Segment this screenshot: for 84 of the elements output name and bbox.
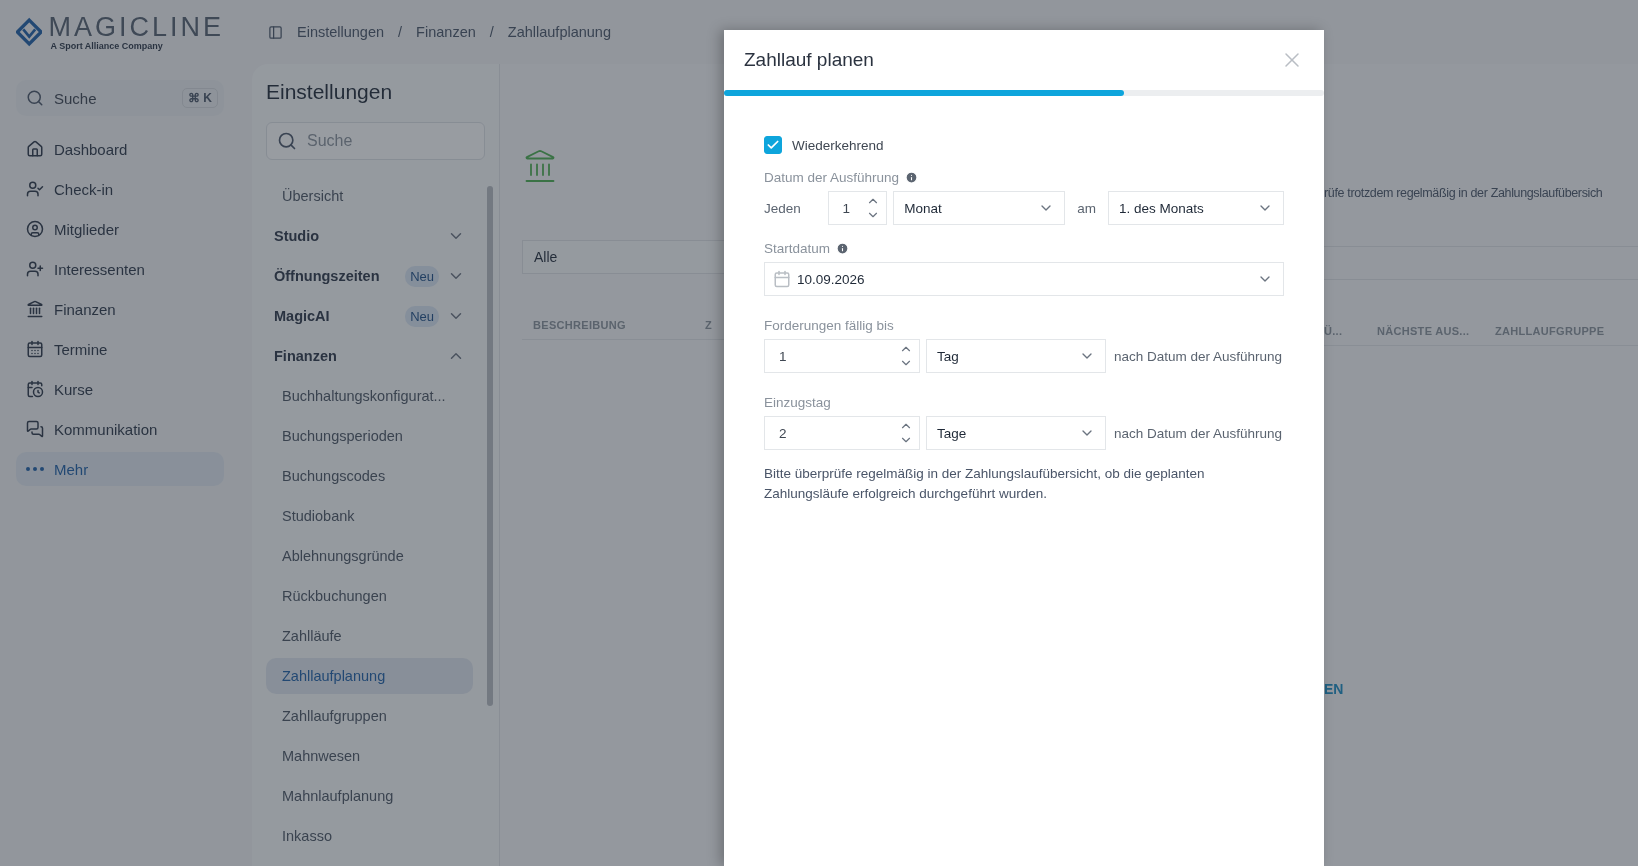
home-icon	[26, 140, 44, 158]
suffix-text: nach Datum der Ausführung	[1114, 348, 1283, 364]
breadcrumb-link[interactable]: Finanzen	[416, 24, 476, 40]
action-link[interactable]: EN	[1324, 681, 1344, 697]
filter-field[interactable]: Alle	[522, 240, 724, 274]
unit-select[interactable]: Tag	[926, 339, 1106, 373]
sidebar-toggle-icon[interactable]	[268, 24, 283, 40]
nav-item[interactable]: Mitglieder	[16, 212, 224, 246]
nav-item[interactable]: Check-in	[16, 172, 224, 206]
settings-item[interactable]: Mahnwesen	[266, 738, 473, 774]
nav-item[interactable]: Interessenten	[16, 252, 224, 286]
unit-select[interactable]: Monat	[893, 191, 1066, 225]
column-header: NÄCHSTE AUS...	[1377, 324, 1471, 337]
settings-item[interactable]: Rückbuchungen	[266, 578, 473, 614]
field-label: Datum der Ausführung	[764, 170, 900, 185]
nav-item[interactable]: Kurse	[16, 372, 224, 406]
suffix-text: nach Datum der Ausführung	[1114, 425, 1283, 441]
calendar-icon	[773, 270, 791, 288]
scrollbar[interactable]	[487, 186, 493, 706]
calendar-clock-icon	[26, 380, 44, 398]
nav-item[interactable]: Mehr	[16, 452, 224, 486]
new-badge: Neu	[405, 305, 439, 327]
modal-title: Zahllauf planen	[744, 49, 874, 71]
search-icon	[277, 131, 297, 151]
nav-item[interactable]: Dashboard	[16, 132, 224, 166]
number-field[interactable]: 2	[764, 416, 920, 450]
day-select[interactable]: 1. des Monats	[1108, 191, 1284, 225]
info-icon[interactable]	[905, 171, 919, 184]
number-field[interactable]: 1	[764, 339, 920, 373]
check-icon	[766, 138, 780, 152]
column-header: Ü...	[1324, 324, 1344, 337]
more-icon	[26, 467, 44, 471]
settings-item[interactable]: Buchungscodes	[266, 458, 473, 494]
notice-text: rüfe trotzdem regelmäßig in der Zahlungslaufübersich	[1324, 186, 1603, 200]
shortcut-hint: ⌘ K	[182, 88, 218, 108]
field-label: Einzugstag	[764, 395, 831, 410]
settings-item[interactable]: Buchhaltungskonfigurat...	[266, 378, 473, 414]
field-label: Forderungen fällig bis	[764, 318, 894, 333]
column-header: Z	[704, 318, 713, 331]
nav-item[interactable]: Termine	[16, 332, 224, 366]
settings-item[interactable]: Mahnlaufplanung	[266, 778, 473, 814]
settings-item[interactable]: Zahlläufe	[266, 618, 473, 654]
breadcrumb-link[interactable]: Zahllaufplanung	[507, 24, 611, 40]
checkbox-label: Wiederkehrend	[792, 137, 884, 153]
row-label: am	[1077, 200, 1096, 216]
info-icon[interactable]	[836, 242, 850, 255]
nav-item[interactable]: Kommunikation	[16, 412, 224, 446]
settings-section[interactable]: MagicAI	[274, 308, 398, 324]
date-field[interactable]: 10.09.2026	[764, 262, 1284, 296]
nav-item[interactable]: Finanzen	[16, 292, 224, 326]
settings-item[interactable]: Zahllaufgruppen	[266, 698, 473, 734]
column-header: BESCHREIBUNG	[533, 318, 627, 331]
settings-item[interactable]: Buchungsperioden	[266, 418, 473, 454]
column-header: ZAHLLAUFGRUPPE	[1495, 324, 1606, 337]
settings-title: Einstellungen	[266, 80, 394, 104]
settings-item[interactable]: Inkasso	[266, 818, 473, 854]
chat-icon	[26, 420, 44, 438]
search-icon	[26, 89, 44, 107]
checkbox[interactable]	[764, 136, 782, 154]
settings-item[interactable]: Übersicht	[266, 178, 473, 214]
user-plus-icon	[26, 260, 44, 278]
row-label: Jeden	[764, 200, 802, 216]
number-field[interactable]: 1	[827, 191, 888, 225]
search-field[interactable]: Suche ⌘ K	[16, 80, 224, 116]
bank-icon	[26, 300, 44, 318]
settings-section[interactable]: Öffnungszeiten	[274, 268, 398, 284]
new-badge: Neu	[405, 265, 439, 287]
settings-item[interactable]: Ablehnungsgründe	[266, 538, 473, 574]
settings-section[interactable]: Finanzen	[274, 348, 439, 364]
breadcrumb-separator: /	[398, 24, 403, 40]
breadcrumb-link[interactable]: Einstellungen	[297, 24, 385, 40]
user-circle-icon	[26, 220, 44, 238]
logo-name: MAGICLINE	[48, 13, 224, 41]
breadcrumb-separator: /	[489, 24, 494, 40]
calendar-icon	[26, 340, 44, 358]
field-label: Startdatum	[764, 241, 831, 256]
logo-tagline: A Sport Alliance Company	[50, 41, 164, 51]
settings-item[interactable]: Studiobank	[266, 498, 473, 534]
user-check-icon	[26, 180, 44, 198]
settings-search-field[interactable]: Suche	[266, 122, 485, 160]
settings-section[interactable]: Studio	[274, 228, 439, 244]
settings-item[interactable]: Zahllaufplanung	[266, 658, 473, 694]
unit-select[interactable]: Tage	[926, 416, 1106, 450]
hint-text: Bitte überprüfe regelmäßig in der Zahlungslaufübersicht, ob die geplanten Zahlungsläufe erfolgreich durchgeführt wurden.	[764, 465, 1206, 503]
